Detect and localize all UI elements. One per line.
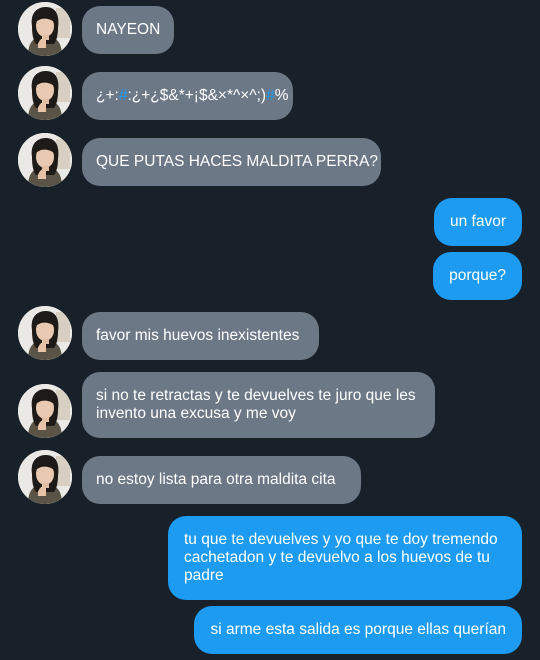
- message-text: tu que te devuelves y yo que te doy trem…: [184, 531, 498, 584]
- message-bubble-outgoing[interactable]: un favor: [433, 198, 522, 246]
- message-bubble-incoming[interactable]: ¿+:#:¿+¿$&*+¡$&×*^×^;)#%: [82, 72, 293, 120]
- message-bubble-outgoing[interactable]: porque?: [433, 252, 522, 300]
- message-bubble-incoming[interactable]: favor mis huevos inexistentes: [82, 312, 319, 360]
- message-text: QUE PUTAS HACES MALDITA PERRA?: [96, 153, 378, 170]
- message-bubble-outgoing[interactable]: si arme esta salida es porque ellas quer…: [194, 606, 522, 654]
- hashtag-link[interactable]: #: [266, 87, 275, 104]
- message-bubble-incoming[interactable]: si no te retractas y te devuelves te jur…: [82, 372, 435, 438]
- message-text-part: %: [274, 87, 289, 104]
- message-text-part: :¿+¿$&*+¡$&×*^×^;): [127, 87, 267, 104]
- avatar[interactable]: [18, 2, 72, 56]
- chat-thread: NAYEON ¿+:#:¿+¿$&*+¡$&×*^×^;)#% QUE PUTA…: [0, 0, 540, 660]
- avatar[interactable]: [18, 306, 72, 360]
- avatar[interactable]: [18, 133, 72, 187]
- avatar-icon: [18, 306, 72, 360]
- avatar[interactable]: [18, 66, 72, 120]
- avatar-icon: [18, 450, 72, 504]
- message-text-part: ¿+:: [96, 87, 119, 104]
- message-bubble-incoming[interactable]: QUE PUTAS HACES MALDITA PERRA?: [82, 138, 381, 186]
- message-text: si arme esta salida es porque ellas quer…: [210, 621, 506, 638]
- avatar[interactable]: [18, 450, 72, 504]
- message-text: ¿+:#:¿+¿$&*+¡$&×*^×^;)#%: [96, 87, 288, 105]
- message-text: un favor: [449, 213, 506, 230]
- message-text: porque?: [449, 267, 506, 284]
- avatar-icon: [18, 66, 72, 120]
- message-bubble-incoming[interactable]: NAYEON: [82, 6, 175, 54]
- avatar-icon: [18, 133, 72, 187]
- message-text: NAYEON: [96, 21, 161, 38]
- avatar-icon: [18, 2, 72, 56]
- message-bubble-outgoing[interactable]: tu que te devuelves y yo que te doy trem…: [168, 516, 522, 600]
- message-text: favor mis huevos inexistentes: [96, 327, 300, 344]
- message-bubble-incoming[interactable]: no estoy lista para otra maldita cita: [82, 456, 361, 504]
- message-text: si no te retractas y te devuelves te jur…: [96, 387, 416, 422]
- avatar-icon: [18, 384, 72, 438]
- avatar[interactable]: [18, 384, 72, 438]
- message-text: no estoy lista para otra maldita cita: [96, 471, 336, 488]
